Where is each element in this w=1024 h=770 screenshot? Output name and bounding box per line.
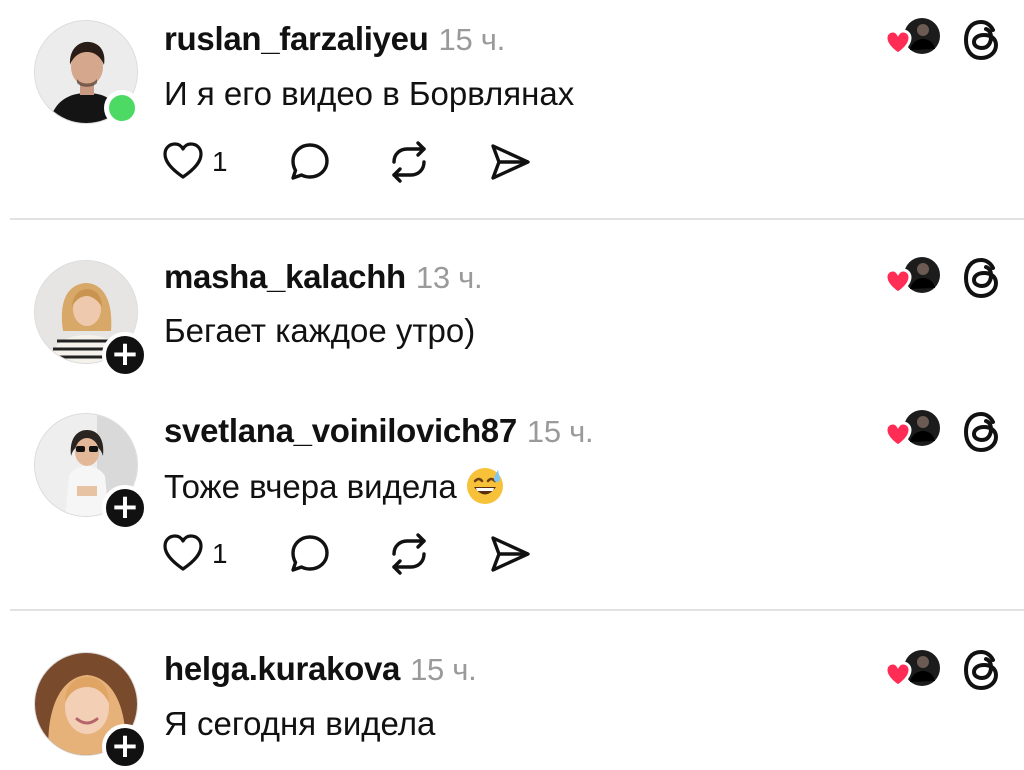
repost-button[interactable] — [386, 140, 432, 189]
comment-bubble-icon — [291, 143, 329, 180]
like-button[interactable]: 1 — [162, 140, 228, 187]
share-button[interactable] — [488, 532, 532, 581]
avatar[interactable]: + — [34, 260, 148, 378]
username[interactable]: ruslan_farzaliyeu — [164, 20, 429, 57]
comment-bubble-icon — [291, 535, 329, 572]
threads-logo-icon[interactable] — [960, 410, 1004, 454]
share-button[interactable] — [488, 140, 532, 189]
liked-by-author-icon — [884, 408, 944, 452]
comment-text: Тоже вчера видела — [164, 466, 505, 514]
sweat-smile-emoji — [465, 466, 505, 514]
heart-outline-icon — [163, 534, 203, 571]
divider — [10, 609, 1024, 611]
comment-header: masha_kalachh 13 ч. — [164, 258, 483, 296]
send-icon — [491, 144, 530, 180]
comment-header: ruslan_farzaliyeu 15 ч. — [164, 20, 505, 58]
username[interactable]: helga.kurakova — [164, 650, 400, 687]
avatar[interactable] — [34, 20, 140, 126]
threads-logo-icon[interactable] — [960, 256, 1004, 300]
liked-by-author-icon — [884, 648, 944, 692]
reply-button[interactable] — [288, 140, 332, 189]
comment-text-content: Тоже вчера видела — [164, 468, 457, 505]
comment-text: Я сегодня видела — [164, 705, 436, 742]
comment-text: Бегает каждое утро) — [164, 312, 476, 349]
comment-actions: 1 — [162, 532, 542, 582]
heart-outline-icon — [163, 142, 203, 179]
plus-icon: + — [110, 726, 140, 766]
plus-icon: + — [110, 334, 140, 374]
comment-header: svetlana_voinilovich87 15 ч. — [164, 412, 594, 450]
repost-icon — [392, 141, 426, 183]
avatar[interactable]: + — [34, 652, 148, 770]
comment-text: И я его видео в Борвлянах — [164, 75, 575, 112]
liked-by-author-icon — [884, 255, 944, 299]
username[interactable]: masha_kalachh — [164, 258, 406, 295]
comment-header: helga.kurakova 15 ч. — [164, 650, 477, 688]
like-count: 1 — [212, 146, 228, 177]
reply-button[interactable] — [288, 532, 332, 581]
repost-icon — [392, 533, 426, 575]
timestamp: 15 ч. — [438, 22, 506, 57]
send-icon — [491, 536, 530, 572]
liked-by-author-icon — [884, 16, 944, 60]
username[interactable]: svetlana_voinilovich87 — [164, 412, 517, 449]
threads-logo-icon[interactable] — [960, 648, 1004, 692]
like-count: 1 — [212, 538, 228, 569]
plus-icon: + — [110, 487, 140, 527]
avatar[interactable]: + — [34, 413, 148, 531]
follow-button[interactable]: + — [102, 724, 148, 770]
timestamp: 15 ч. — [410, 652, 477, 687]
timestamp: 13 ч. — [415, 260, 483, 295]
divider — [10, 218, 1024, 220]
like-button[interactable]: 1 — [162, 532, 228, 579]
timestamp: 15 ч. — [526, 414, 594, 449]
online-status-indicator — [104, 90, 140, 126]
repost-button[interactable] — [386, 532, 432, 581]
follow-button[interactable]: + — [102, 485, 148, 531]
follow-button[interactable]: + — [102, 332, 148, 378]
comment-actions: 1 — [162, 140, 542, 190]
threads-logo-icon[interactable] — [960, 18, 1004, 62]
